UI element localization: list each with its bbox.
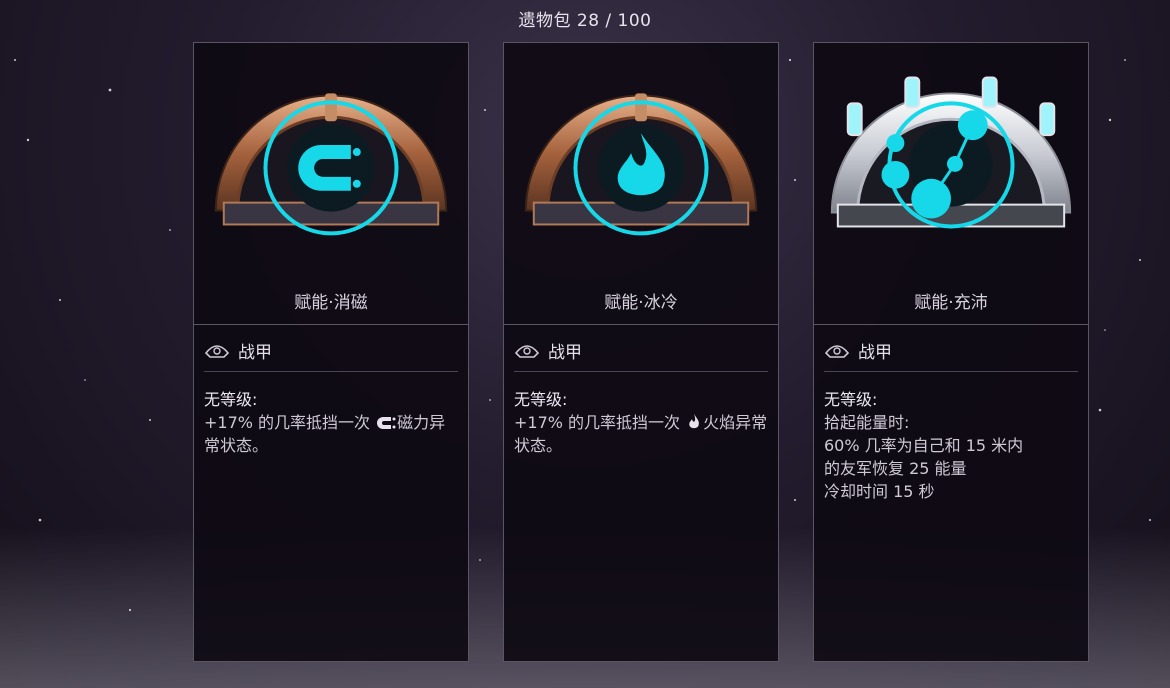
equipment-type-label: 战甲: [858, 342, 892, 363]
effect-text: 冷却时间 15 秒: [824, 482, 935, 501]
arcane-description: 无等级: 拾起能量时: 60% 几率为自己和 15 米内 的友军恢复 25 能量…: [824, 388, 1080, 503]
effect-text: 60% 几率为自己和 15 米内: [824, 436, 1024, 455]
warframe-helmet-icon: [514, 345, 540, 358]
heat-status-icon: [689, 414, 700, 429]
divider: [514, 371, 768, 372]
arcane-name: 赋能·充沛: [914, 293, 988, 313]
divider: [824, 371, 1078, 372]
divider: [194, 324, 468, 325]
equipment-type-label: 战甲: [548, 342, 582, 363]
rank-label: 无等级:: [204, 390, 258, 409]
warframe-helmet-icon: [204, 345, 230, 358]
relic-pack-counter: 遗物包 28 / 100: [518, 11, 652, 31]
arcane-card-energize[interactable]: 赋能·充沛 战甲 无等级: 拾起能量时: 60% 几率为自己和 15 米内 的友…: [813, 42, 1089, 662]
arcane-name: 赋能·冰冷: [604, 293, 678, 313]
arcane-name: 赋能·消磁: [294, 293, 368, 313]
divider: [504, 324, 778, 325]
warframe-helmet-icon: [824, 345, 850, 358]
rank-label: 无等级:: [514, 390, 568, 409]
effect-text: +17% 的几率抵挡一次 火焰异常状态。: [514, 411, 770, 457]
card-image-area: 赋能·冰冷: [504, 43, 778, 325]
flame-icon: [524, 93, 758, 236]
magnet-icon: [214, 93, 448, 236]
arcane-description: 无等级: +17% 的几率抵挡一次 火焰异常状态。: [514, 388, 770, 457]
divider: [204, 371, 458, 372]
energy-orbs-icon: [830, 76, 1072, 229]
effect-text: 的友军恢复 25 能量: [824, 459, 967, 478]
equipment-type-row: 战甲: [824, 335, 1078, 365]
card-image-area: 赋能·消磁: [194, 43, 468, 325]
rank-label: 无等级:: [824, 390, 878, 409]
arcane-description: 无等级: +17% 的几率抵挡一次 磁力异常状态。: [204, 388, 460, 457]
effect-line: +17% 的几率抵挡一次: [514, 413, 681, 432]
arcane-card-heat[interactable]: 赋能·冰冷 战甲 无等级: +17% 的几率抵挡一次 火焰异常状态。: [503, 42, 779, 662]
effect-text: 拾起能量时:: [824, 413, 910, 432]
magnetic-status-icon: [377, 417, 396, 429]
arcane-card-magnetic[interactable]: 赋能·消磁 战甲 无等级: +17% 的几率抵挡一次 磁力异常状态。: [193, 42, 469, 662]
equipment-type-label: 战甲: [238, 342, 272, 363]
equipment-type-row: 战甲: [514, 335, 768, 365]
effect-line: +17% 的几率抵挡一次: [204, 413, 371, 432]
divider: [814, 324, 1088, 325]
equipment-type-row: 战甲: [204, 335, 458, 365]
effect-text: +17% 的几率抵挡一次 磁力异常状态。: [204, 411, 460, 457]
card-image-area: 赋能·充沛: [814, 43, 1088, 325]
